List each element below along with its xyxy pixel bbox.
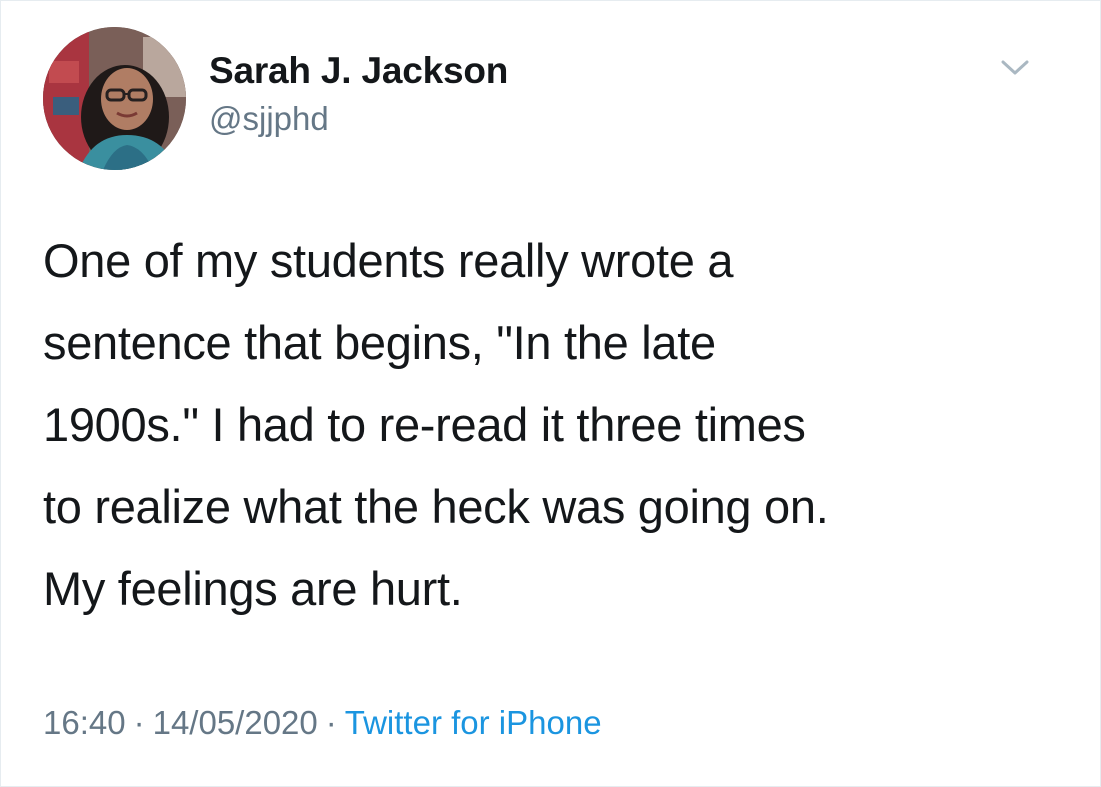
tweet-text-line: 1900s." I had to re-read it three times bbox=[43, 398, 806, 451]
tweet-date[interactable]: 14/05/2020 bbox=[153, 704, 318, 741]
tweet-time[interactable]: 16:40 bbox=[43, 704, 126, 741]
meta-separator: · bbox=[133, 704, 145, 741]
author-handle[interactable]: @sjjphd bbox=[209, 99, 508, 139]
tweet-text: One of my students really wrote a senten… bbox=[43, 220, 1063, 630]
tweet-card: Sarah J. Jackson @sjjphd One of my stude… bbox=[0, 0, 1101, 787]
tweet-text-line: One of my students really wrote a bbox=[43, 234, 734, 287]
tweet-source-link[interactable]: Twitter for iPhone bbox=[345, 704, 602, 741]
author-name[interactable]: Sarah J. Jackson bbox=[209, 49, 508, 93]
tweet-text-line: to realize what the heck was going on. bbox=[43, 480, 829, 533]
meta-separator: · bbox=[325, 704, 337, 741]
tweet-text-line: sentence that begins, "In the late bbox=[43, 316, 716, 369]
tweet-text-line: My feelings are hurt. bbox=[43, 562, 463, 615]
avatar[interactable] bbox=[43, 27, 186, 170]
chevron-down-icon[interactable] bbox=[1000, 59, 1030, 77]
author-block: Sarah J. Jackson @sjjphd bbox=[209, 49, 508, 139]
tweet-meta: 16:40 · 14/05/2020 · Twitter for iPhone bbox=[43, 701, 602, 745]
avatar-photo bbox=[43, 27, 186, 170]
